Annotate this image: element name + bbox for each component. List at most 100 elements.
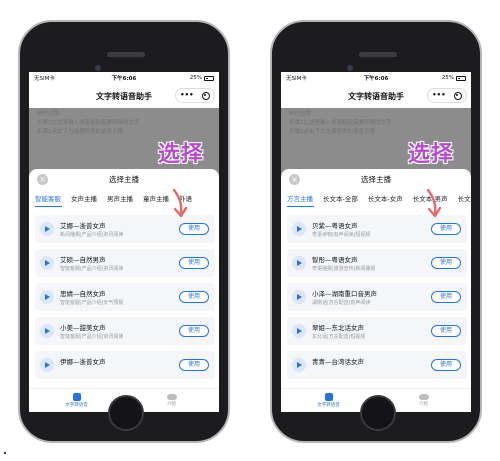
nav-tts-label: 文字转语音 (65, 403, 88, 408)
voice-tags: 粤语播报|旅游宣传|新闻播报 (312, 266, 376, 272)
status-time: 下午6:06 (111, 76, 137, 82)
voice-name: 伊娜—浙普女声 (60, 358, 106, 366)
exit-target-icon[interactable] (201, 91, 210, 100)
voice-name: 贝紫—粤语女声 (312, 222, 358, 230)
use-button[interactable]: 使用 (179, 359, 209, 371)
phone-screen: 无SIM卡 下午6:06 25% 文字转语音助手 ••• 制作过程 步骤1在这里… (29, 72, 219, 412)
play-icon[interactable] (292, 290, 306, 304)
active-tab-underline (35, 205, 62, 207)
list-item: 艾硕—自然男声 智能客服|产品介绍|资讯阅读 使用 (35, 249, 215, 277)
home-button[interactable] (108, 395, 144, 431)
more-menu-icon[interactable]: ••• (432, 92, 445, 99)
speaker-grille (359, 52, 397, 57)
active-tab-underline (287, 205, 314, 207)
play-icon[interactable] (292, 358, 306, 372)
speaker-grille (107, 52, 145, 57)
status-time: 下午6:06 (363, 76, 389, 82)
voice-tags: 智能客服|产品介绍|资讯阅读 (60, 334, 124, 340)
use-button[interactable]: 使用 (431, 325, 461, 337)
nav-tts-label: 文字转语音 (317, 403, 340, 408)
front-camera (347, 65, 353, 71)
voice-name: 思婧—自然女声 (60, 290, 106, 298)
sheet-title: 选择主播 (361, 174, 391, 184)
voice-name: 智彤—粤语女声 (312, 256, 358, 264)
list-item: 伊娜—浙普女声 使用 (35, 351, 215, 379)
tab-long-all[interactable]: 长文本-全部 (323, 193, 358, 203)
play-icon[interactable] (40, 358, 54, 372)
phone-frame-left: 无SIM卡 下午6:06 25% 文字转语音助手 ••• 制作过程 步骤1在这里… (18, 20, 230, 443)
nav-intro-label: 介绍 (419, 402, 428, 407)
app-titlebar: 文字转语音助手 ••• (281, 84, 471, 108)
status-bar: 无SIM卡 下午6:06 25% (281, 72, 471, 84)
tab-long-more[interactable]: 长文 (458, 193, 471, 203)
use-button[interactable]: 使用 (431, 257, 461, 269)
use-button[interactable]: 使用 (179, 257, 209, 269)
list-item: 小泽—湖南重口音男声 湖南话|方言配音|有声阅读 使用 (287, 283, 467, 311)
phone-frame-right: 无SIM卡 下午6:06 25% 文字转语音助手 ••• 制作过程 步骤1在这里… (270, 20, 482, 443)
nav-intro-label: 介绍 (167, 402, 176, 407)
voice-list: 贝紫—粤语女声 粤语读物|有声阅读|短视频 使用 智彤—粤语女声 粤语播报|旅游… (281, 215, 471, 388)
list-item: 思婧—自然女声 智能客服|产品介绍|天气预报 使用 (35, 283, 215, 311)
pointer-arrow-icon (172, 188, 188, 218)
play-icon[interactable] (292, 324, 306, 338)
play-icon[interactable] (292, 256, 306, 270)
play-icon[interactable] (40, 222, 54, 236)
mini-program-capsule[interactable]: ••• (427, 88, 467, 103)
app-title: 文字转语音助手 (96, 91, 152, 101)
sheet-header: × 选择主播 (281, 169, 471, 189)
tab-long-female[interactable]: 长文本-女声 (368, 193, 403, 203)
list-item: 智彤—粤语女声 粤语播报|旅游宣传|新闻播报 使用 (287, 249, 467, 277)
voice-name: 小泽—湖南重口音男声 (312, 290, 377, 298)
voice-tags: 湖南话|方言配音|有声阅读 (312, 300, 371, 306)
voice-name: 艾硕—自然男声 (60, 256, 106, 264)
play-icon[interactable] (40, 256, 54, 270)
voice-tags: 新闻播报|产品介绍|资讯阅读 (60, 232, 124, 238)
list-item: 青青—台湾话女声 使用 (287, 351, 467, 379)
use-button[interactable]: 使用 (179, 325, 209, 337)
play-icon[interactable] (40, 290, 54, 304)
sheet-title: 选择主播 (109, 174, 139, 184)
tab-male[interactable]: 男声主播 (107, 193, 133, 203)
use-button[interactable]: 使用 (179, 291, 209, 303)
voice-name: 翠姐—东北话女声 (312, 324, 364, 332)
use-button[interactable]: 使用 (431, 291, 461, 303)
tab-female[interactable]: 女声主播 (71, 193, 97, 203)
more-menu-icon[interactable]: ••• (180, 92, 193, 99)
stray-dot (4, 452, 6, 454)
use-button[interactable]: 使用 (179, 223, 209, 235)
cloud-icon (166, 394, 177, 400)
battery-icon (204, 75, 214, 81)
list-item: 小美—甜美女声 智能客服|产品介绍|资讯阅读 使用 (35, 317, 215, 345)
voice-name: 青青—台湾话女声 (312, 358, 364, 366)
home-button[interactable] (360, 395, 396, 431)
voice-name: 艾娜—浙普女声 (60, 222, 106, 230)
play-icon[interactable] (292, 222, 306, 236)
use-button[interactable]: 使用 (431, 359, 461, 371)
callout-select-label: 选择 (408, 142, 455, 167)
voice-picker-sheet: × 选择主播 智能客服 女声主播 男声主播 童声主播 外语 艾娜—浙普女声 新闻… (29, 169, 219, 412)
voice-name: 小美—甜美女声 (60, 324, 106, 332)
list-item: 翠姐—东北话女声 东北话|方言配音|短视频 使用 (287, 317, 467, 345)
sheet-header: × 选择主播 (29, 169, 219, 189)
close-icon[interactable]: × (289, 174, 300, 185)
voice-tags: 智能客服|产品介绍|资讯阅读 (60, 266, 124, 272)
status-bar: 无SIM卡 下午6:06 25% (29, 72, 219, 84)
document-icon (324, 393, 333, 401)
mini-program-capsule[interactable]: ••• (175, 88, 215, 103)
use-button[interactable]: 使用 (431, 223, 461, 235)
exit-target-icon[interactable] (453, 91, 462, 100)
front-camera (95, 65, 101, 71)
voice-tags: 智能客服|产品介绍|天气预报 (60, 300, 124, 306)
battery-icon (456, 75, 466, 81)
close-icon[interactable]: × (37, 174, 48, 185)
category-tabs: 智能客服 女声主播 男声主播 童声主播 外语 (29, 189, 219, 207)
document-icon (72, 393, 81, 401)
callout-select-label: 选择 (158, 142, 205, 167)
play-icon[interactable] (40, 324, 54, 338)
tab-dialect[interactable]: 方言主播 (287, 193, 313, 203)
tab-child[interactable]: 童声主播 (143, 193, 169, 203)
app-titlebar: 文字转语音助手 ••• (29, 84, 219, 108)
voice-tags: 粤语读物|有声阅读|短视频 (312, 232, 371, 238)
phone-screen: 无SIM卡 下午6:06 25% 文字转语音助手 ••• 制作过程 步骤1在这里… (281, 72, 471, 412)
tab-smart-service[interactable]: 智能客服 (35, 193, 61, 203)
